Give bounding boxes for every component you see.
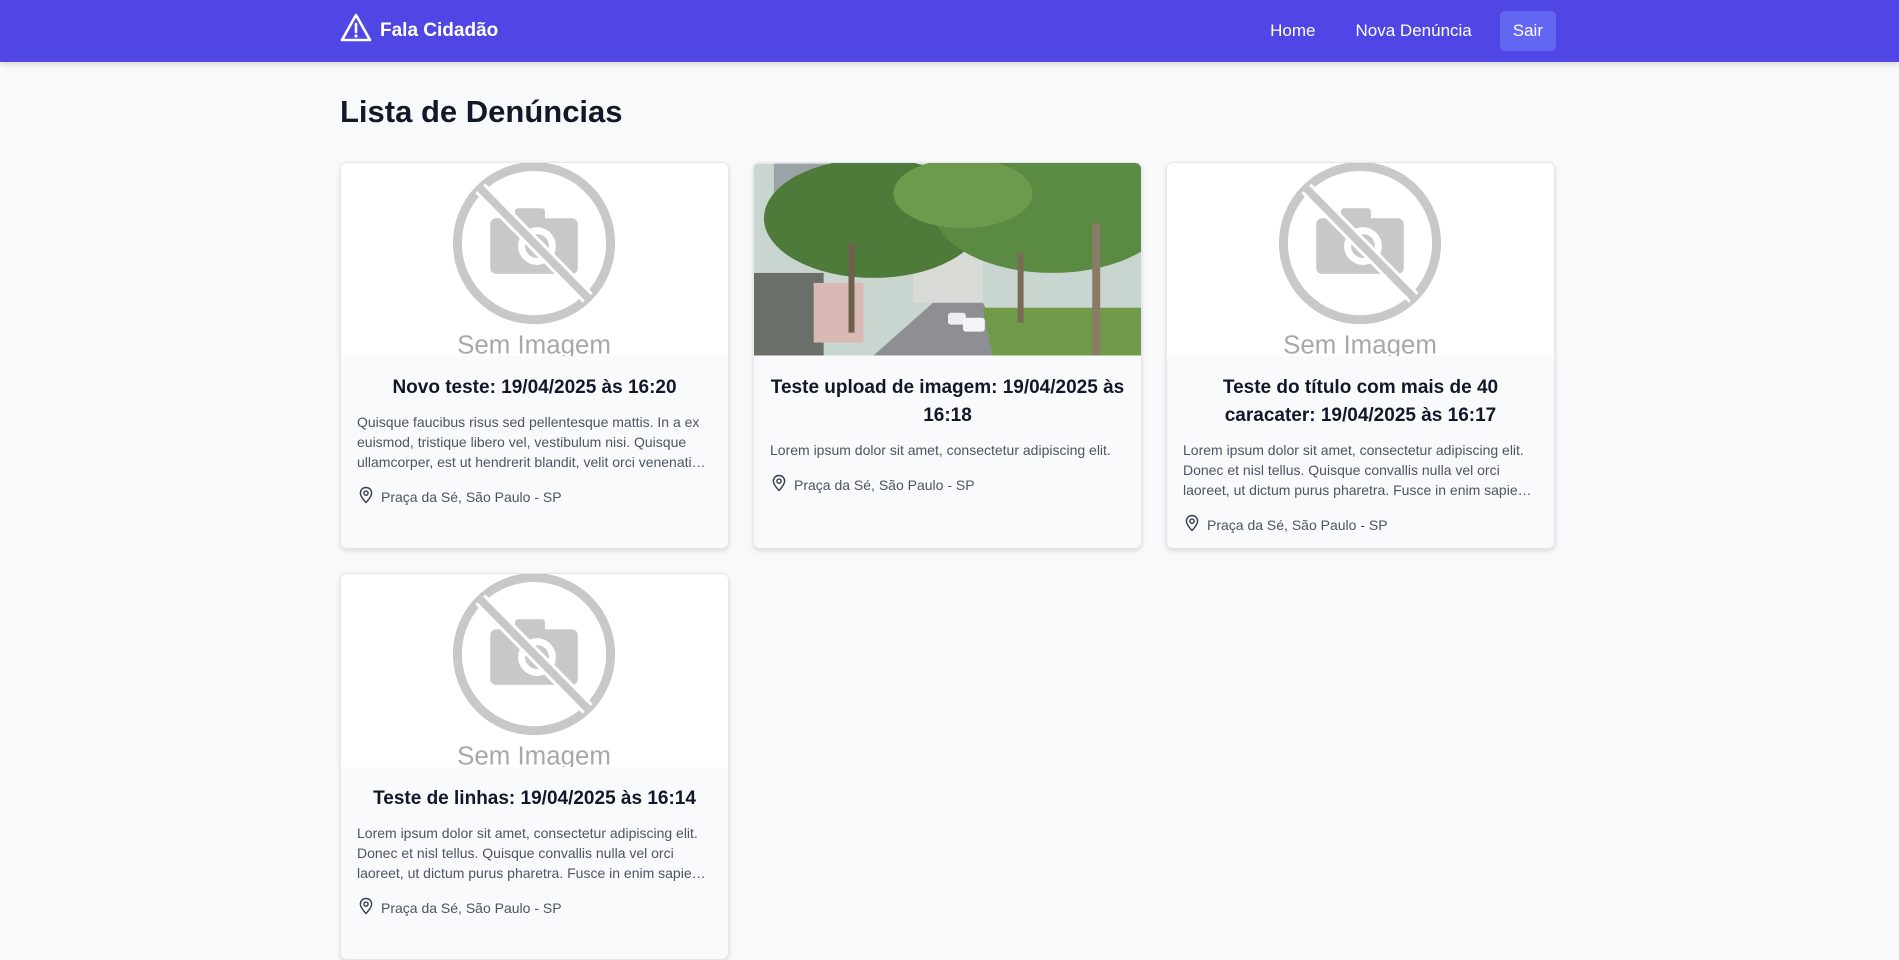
top-navbar: Fala Cidadão Home Nova Denúncia Sair: [0, 0, 1899, 62]
report-card[interactable]: Sem Imagem Teste do título com mais de 4…: [1166, 162, 1555, 549]
brand-name: Fala Cidadão: [380, 20, 499, 41]
card-description: Lorem ipsum dolor sit amet, consectetur …: [357, 825, 704, 881]
location-text: Praça da Sé, São Paulo - SP: [794, 476, 975, 493]
report-card[interactable]: Teste upload de imagem: 19/04/2025 às 16…: [753, 162, 1142, 549]
no-image-placeholder: Sem Imagem: [341, 163, 728, 356]
no-image-label: Sem Imagem: [1283, 332, 1437, 356]
nav-links: Home Nova Denúncia Sair: [1230, 11, 1556, 51]
report-photo: [754, 163, 1141, 356]
map-pin-icon: [770, 474, 788, 495]
nav-new-report-link[interactable]: Nova Denúncia: [1356, 21, 1472, 41]
nav-home-link[interactable]: Home: [1270, 21, 1315, 41]
no-image-label: Sem Imagem: [457, 332, 611, 356]
no-image-label: Sem Imagem: [457, 743, 611, 767]
card-title: Teste upload de imagem: 19/04/2025 às 16…: [770, 377, 1125, 426]
card-location: Praça da Sé, São Paulo - SP: [770, 474, 1125, 495]
card-title: Teste de linhas: 19/04/2025 às 16:14: [373, 788, 696, 809]
map-pin-icon: [1183, 514, 1201, 535]
map-pin-icon: [357, 897, 375, 918]
brand-link[interactable]: Fala Cidadão: [340, 12, 499, 50]
card-location: Praça da Sé, São Paulo - SP: [1183, 514, 1538, 535]
card-location: Praça da Sé, São Paulo - SP: [357, 897, 712, 918]
card-title: Novo teste: 19/04/2025 às 16:20: [392, 377, 677, 398]
location-text: Praça da Sé, São Paulo - SP: [1207, 516, 1388, 533]
report-grid: Sem Imagem Novo teste: 19/04/2025 às 16:…: [340, 162, 1556, 960]
card-location: Praça da Sé, São Paulo - SP: [357, 486, 712, 507]
page-title: Lista de Denúncias: [340, 94, 623, 129]
card-description: Quisque faucibus risus sed pellentesque …: [357, 414, 700, 470]
location-text: Praça da Sé, São Paulo - SP: [381, 488, 562, 505]
no-image-placeholder: Sem Imagem: [341, 574, 728, 767]
report-card[interactable]: Sem Imagem Teste de linhas: 19/04/2025 à…: [340, 573, 729, 960]
card-description: Lorem ipsum dolor sit amet, consectetur …: [1183, 442, 1530, 498]
card-title: Teste do título com mais de 40 caracater…: [1222, 377, 1499, 426]
report-card[interactable]: Sem Imagem Novo teste: 19/04/2025 às 16:…: [340, 162, 729, 549]
map-pin-icon: [357, 486, 375, 507]
location-text: Praça da Sé, São Paulo - SP: [381, 899, 562, 916]
no-image-placeholder: Sem Imagem: [1167, 163, 1554, 356]
card-description: Lorem ipsum dolor sit amet, consectetur …: [770, 442, 1111, 458]
warning-triangle-icon: [340, 12, 372, 50]
logout-button[interactable]: Sair: [1499, 11, 1556, 51]
